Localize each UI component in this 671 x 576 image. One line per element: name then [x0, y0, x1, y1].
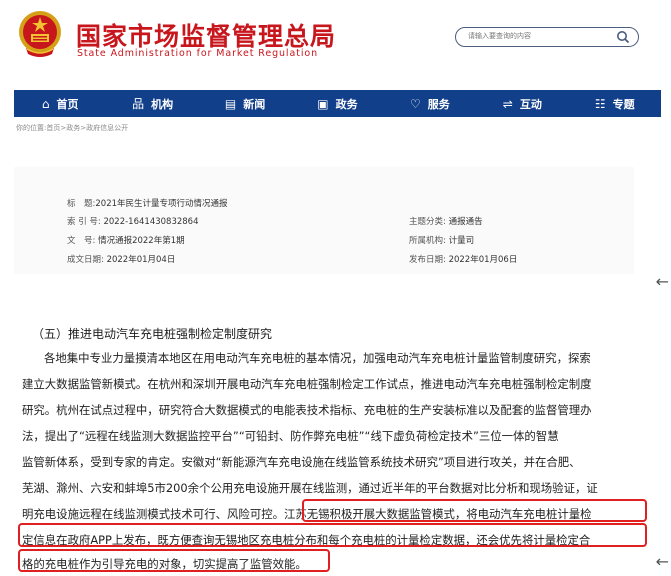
breadcrumb[interactable]: 你的位置:首页>政务>政府信息公开	[16, 123, 128, 133]
topic-icon: ☷	[594, 96, 606, 111]
main-nav: ⌂ 首页 品机构 ▤ 新闻 ▣ 政务 ♡ 服务 ⇌ 互动 ☷ 专题	[14, 90, 661, 117]
meta-written-date-value: 2022年01月04日	[106, 255, 176, 265]
meta-publish-date-value: 2022年01月06日	[448, 255, 518, 265]
highlight-box	[18, 523, 647, 547]
meta-category-label: 主题分类:	[409, 217, 446, 227]
document-metadata-panel: 标 题:2021年民生计量专项行动情况通报 索 引 号: 2022-164143…	[14, 167, 634, 274]
meta-category-row: 主题分类: 通报通告	[409, 215, 483, 227]
meta-title-value: 2021年民生计量专项行动情况通报	[95, 199, 228, 209]
meta-index-row: 索 引 号: 2022-1641430832864	[67, 215, 199, 227]
meta-agency-value: 计量司	[448, 236, 475, 246]
nav-item-org[interactable]: 品机构	[106, 90, 198, 117]
nav-item-label: 新闻	[243, 97, 266, 111]
nav-item-label: 首页	[56, 97, 79, 111]
nav-item-services[interactable]: ♡ 服务	[384, 90, 476, 117]
heart-service-icon: ♡	[410, 96, 421, 111]
nav-item-topics[interactable]: ☷ 专题	[569, 90, 661, 117]
meta-title-label: 标 题:	[67, 199, 96, 209]
nav-item-label: 机构	[151, 97, 174, 111]
site-header: 国家市场监督管理总局 State Administration for Mark…	[0, 0, 671, 88]
meta-written-date-label: 成文日期:	[67, 255, 104, 265]
article-line: 法，提出了“远程在线监测大数据监控平台”“可铅封、防作弊充电桩”“线下虚负荷检定…	[22, 429, 559, 443]
interaction-icon: ⇌	[502, 96, 513, 111]
article-line: 研究。杭州在试点过程中，研究符合大数据模式的电能表技术指标、充电桩的生产安装标准…	[22, 403, 592, 417]
article-line: 芜湖、滁州、六安和蚌埠5市200余个公用充电设施开展在线监测，通过近半年的平台数…	[22, 481, 598, 495]
article-line: 建立大数据监管新模式。在杭州和深圳开展电动汽车充电桩强制检定工作试点，推进电动汽…	[22, 377, 592, 391]
article-line: 监管新体系，受到专家的肯定。安徽对“新能源汽车充电设施在线监管系统技术研究”项目…	[22, 455, 581, 469]
meta-title-row: 标 题:2021年民生计量专项行动情况通报	[67, 197, 228, 209]
nav-item-interaction[interactable]: ⇌ 互动	[476, 90, 568, 117]
org-icon: 品	[132, 97, 145, 111]
meta-written-date-row: 成文日期: 2022年01月04日	[67, 253, 175, 265]
nav-item-label: 政务	[335, 97, 358, 111]
nav-item-label: 服务	[427, 97, 450, 111]
meta-category-value: 通报通告	[448, 217, 483, 227]
section-heading: （五）推进电动汽车充电桩强制检定制度研究	[32, 327, 273, 341]
nav-item-home[interactable]: ⌂ 首页	[14, 90, 106, 117]
article-line: 各地集中专业力量摸清本地区在用电动汽车充电桩的基本情况，加强电动汽车充电桩计量监…	[44, 351, 591, 365]
meta-doc-number-label: 文 号:	[67, 236, 96, 246]
government-affairs-icon: ▣	[317, 96, 329, 111]
meta-publish-date-label: 发布日期:	[409, 255, 446, 265]
arrow-left-icon: ←	[655, 272, 669, 291]
highlight-box	[302, 499, 647, 522]
meta-agency-row: 所属机构: 计量司	[409, 234, 474, 246]
home-icon: ⌂	[41, 96, 50, 111]
nav-item-government-affairs[interactable]: ▣ 政务	[291, 90, 383, 117]
national-emblem-icon	[19, 11, 61, 57]
news-icon: ▤	[224, 96, 237, 111]
meta-doc-number-value: 情况通报2022年第1期	[98, 236, 185, 246]
nav-item-label: 互动	[519, 97, 542, 111]
site-logo-subtitle: State Administration for Market Regulati…	[77, 48, 318, 59]
meta-index-label: 索 引 号:	[67, 217, 101, 227]
search-icon[interactable]	[616, 30, 630, 44]
highlight-box	[18, 549, 330, 572]
meta-index-value: 2022-1641430832864	[103, 217, 199, 227]
search-box[interactable]: 请输入要查询的内容	[455, 27, 639, 47]
meta-publish-date-row: 发布日期: 2022年01月06日	[409, 253, 517, 265]
meta-agency-label: 所属机构:	[409, 236, 446, 246]
meta-doc-number-row: 文 号: 情况通报2022年第1期	[67, 234, 185, 246]
nav-item-news[interactable]: ▤ 新闻	[199, 90, 291, 117]
nav-item-label: 专题	[612, 97, 635, 111]
arrow-left-icon: ←	[655, 552, 669, 571]
search-input[interactable]: 请输入要查询的内容	[468, 31, 531, 41]
